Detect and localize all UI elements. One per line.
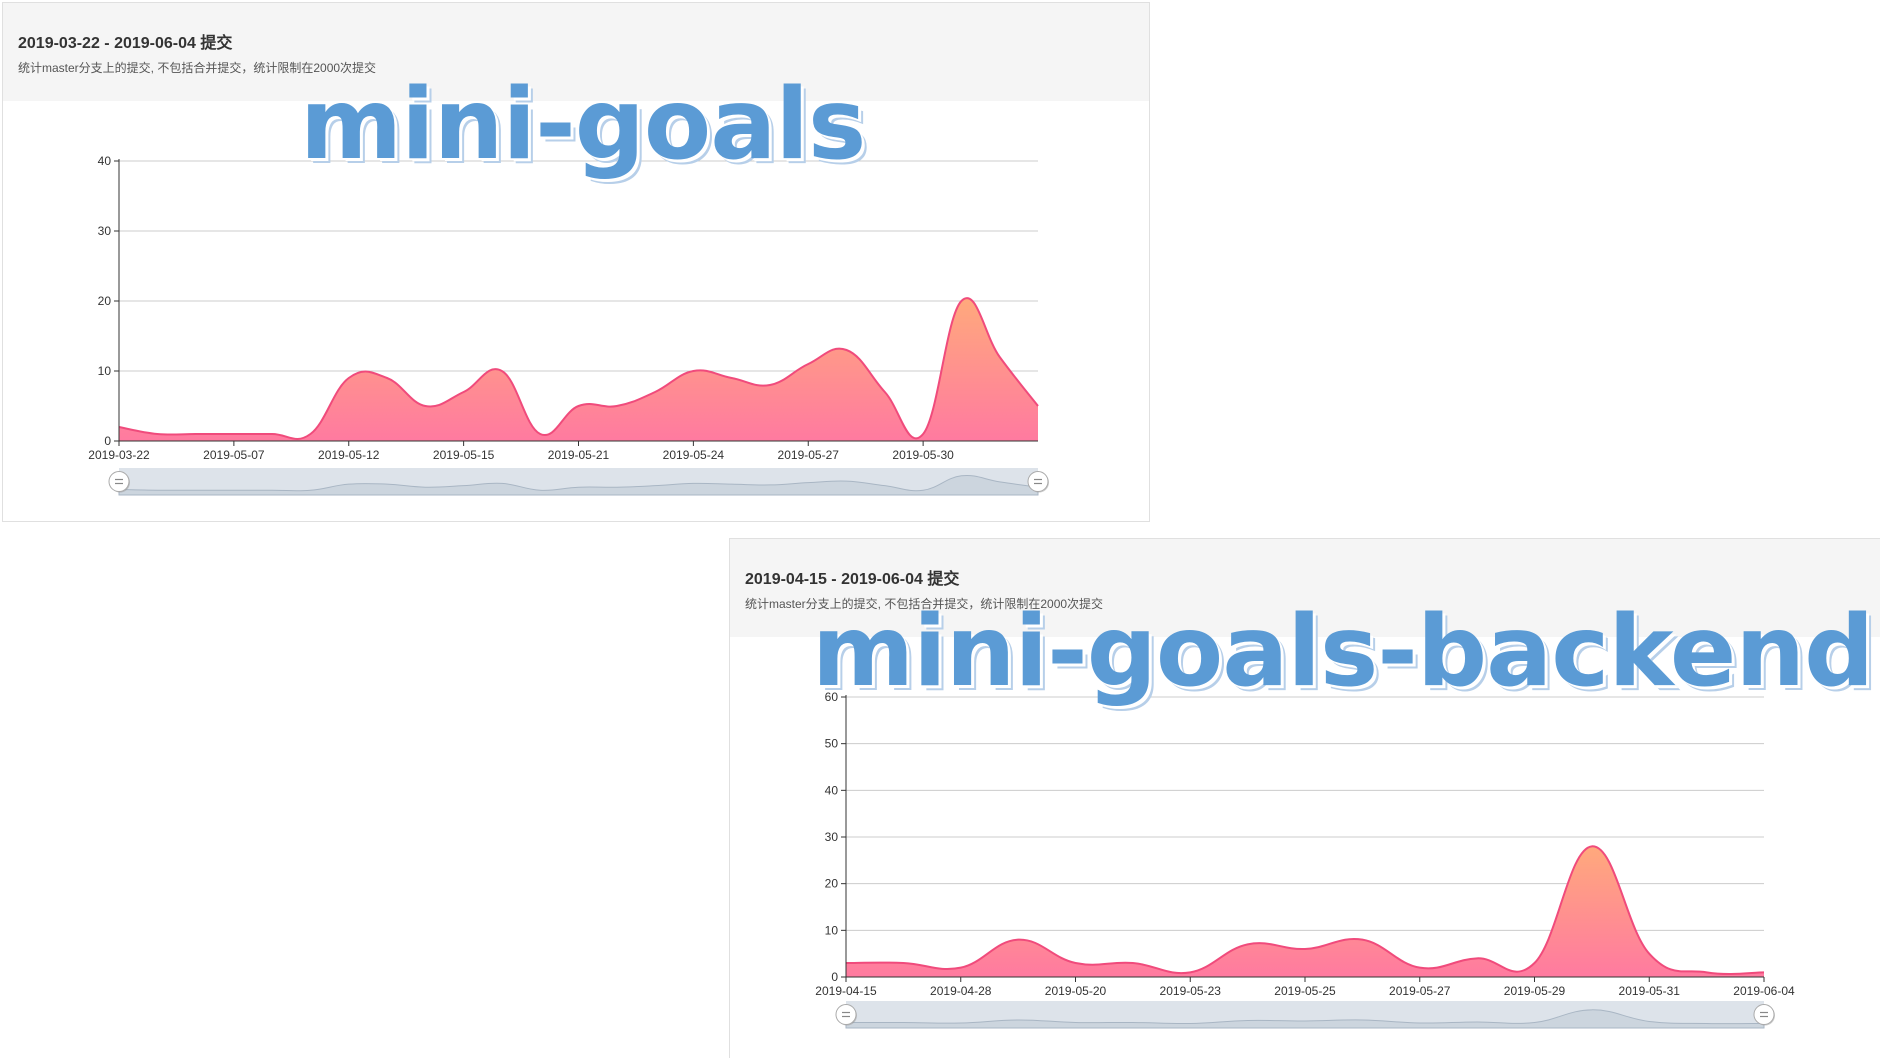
y-tick-label: 0 <box>831 970 838 984</box>
y-tick-label: 0 <box>104 434 111 448</box>
zoom-handle-knob <box>1753 1004 1775 1025</box>
x-tick-label: 2019-05-21 <box>548 448 610 462</box>
y-tick-label: 30 <box>825 830 839 844</box>
zoom-handle[interactable] <box>1027 471 1049 493</box>
zoom-handle-knob <box>835 1004 857 1025</box>
y-tick-label: 20 <box>98 294 112 308</box>
x-tick-label: 2019-05-23 <box>1160 984 1222 998</box>
x-tick-label: 2019-05-30 <box>892 448 954 462</box>
y-tick-label: 10 <box>98 364 112 378</box>
x-tick-label: 2019-05-25 <box>1274 984 1336 998</box>
x-tick-label: 2019-05-29 <box>1504 984 1566 998</box>
y-tick-label: 30 <box>98 224 112 238</box>
y-tick-label: 40 <box>825 783 839 797</box>
x-tick-label: 2019-05-27 <box>1389 984 1451 998</box>
x-tick-label: 2019-03-22 <box>88 448 150 462</box>
zoom-handle-knob <box>1027 471 1049 492</box>
zoom-handle[interactable] <box>1753 1004 1775 1026</box>
x-tick-label: 2019-05-20 <box>1045 984 1107 998</box>
x-tick-label: 2019-05-24 <box>663 448 725 462</box>
y-tick-label: 40 <box>98 154 112 168</box>
repo-name-watermark: mini-goals-backend <box>812 595 1874 709</box>
repo-name-watermark: mini-goals <box>300 68 866 182</box>
y-tick-label: 20 <box>825 877 839 891</box>
x-tick-label: 2019-05-15 <box>433 448 495 462</box>
x-tick-label: 2019-05-12 <box>318 448 380 462</box>
zoom-handle[interactable] <box>835 1004 857 1026</box>
zoom-handle[interactable] <box>108 471 130 493</box>
y-tick-label: 10 <box>825 923 839 937</box>
x-tick-label: 2019-04-15 <box>815 984 877 998</box>
x-tick-label: 2019-04-28 <box>930 984 992 998</box>
zoom-handle-knob <box>108 471 130 492</box>
x-tick-label: 2019-05-31 <box>1619 984 1681 998</box>
x-tick-label: 2019-05-27 <box>778 448 840 462</box>
x-tick-label: 2019-05-07 <box>203 448 265 462</box>
x-tick-label: 2019-06-04 <box>1733 984 1795 998</box>
y-tick-label: 50 <box>825 737 839 751</box>
